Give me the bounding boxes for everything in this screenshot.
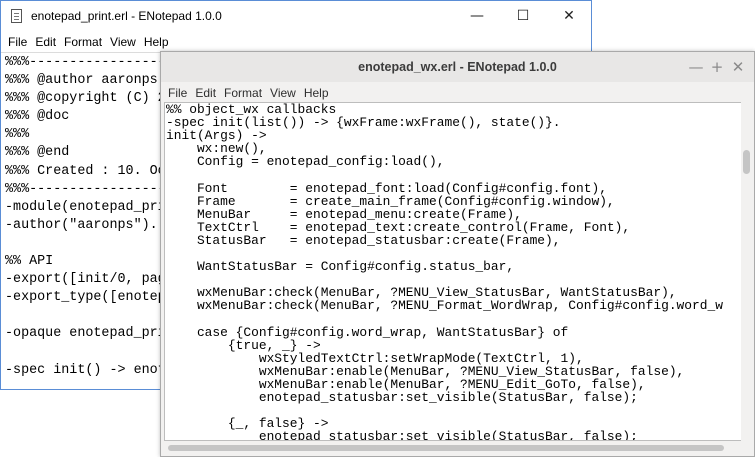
code-line: {true, _} -> (166, 337, 321, 353)
menu-view[interactable]: View (266, 83, 300, 103)
menu-view[interactable]: View (106, 32, 140, 53)
code-line: Frame = create_main_frame(Config#config.… (166, 193, 615, 209)
horizontal-scroll-thumb[interactable] (168, 445, 724, 451)
menu-edit[interactable]: Edit (191, 83, 220, 103)
code-line: enotepad_statusbar:set_visible(StatusBar… (166, 390, 638, 406)
code-line: wxStyledTextCtrl:setWrapMode(TextCtrl, 1… (166, 350, 584, 366)
back-window-title: enotepad_print.erl - ENotepad 1.0.0 (31, 9, 222, 23)
menu-help[interactable]: Help (300, 83, 333, 103)
close-button[interactable]: ✕ (727, 56, 749, 78)
menu-format[interactable]: Format (220, 83, 266, 103)
horizontal-scrollbar[interactable] (164, 441, 742, 455)
menu-help[interactable]: Help (140, 32, 173, 53)
front-window-titlebar[interactable]: enotepad_wx.erl - ENotepad 1.0.0 — + ✕ (161, 52, 754, 83)
code-line: case {Config#config.word_wrap, WantStatu… (166, 324, 569, 340)
code-line: MenuBar = enotepad_menu:create(Frame), (166, 206, 522, 222)
code-line: Config = enotepad_config:load(), (166, 154, 445, 170)
front-window[interactable]: enotepad_wx.erl - ENotepad 1.0.0 — + ✕ F… (160, 51, 755, 457)
front-window-title: enotepad_wx.erl - ENotepad 1.0.0 (358, 60, 557, 74)
back-window-titlebar[interactable]: enotepad_print.erl - ENotepad 1.0.0 — ☐ … (1, 1, 591, 31)
minimize-button[interactable]: — (685, 56, 707, 78)
maximize-button[interactable]: + (706, 56, 728, 78)
front-window-menubar: File Edit Format View Help (161, 82, 754, 102)
code-line: wxMenuBar:check(MenuBar, ?MENU_Format_Wo… (166, 298, 723, 314)
code-line: StatusBar = enotepad_statusbar:create(Fr… (166, 232, 561, 248)
menu-file[interactable]: File (164, 83, 191, 103)
close-button[interactable]: ✕ (546, 1, 592, 31)
vertical-scrollbar[interactable] (741, 102, 752, 441)
menu-file[interactable]: File (4, 32, 31, 53)
notepad-app-icon (11, 9, 22, 23)
maximize-button[interactable]: ☐ (500, 1, 546, 31)
front-window-text-area[interactable]: %% object_wx callbacks -spec init(list())… (164, 102, 742, 441)
code-content: %% object_wx callbacks -spec init(list())… (166, 103, 723, 441)
code-line: wxMenuBar:enable(MenuBar, ?MENU_View_Sta… (166, 363, 685, 379)
code-line: WantStatusBar = Config#config.status_bar… (166, 259, 515, 275)
code-line: enotepad_statusbar:set_visible(StatusBar… (166, 429, 638, 441)
code-line: Font = enotepad_font:load(Config#config.… (166, 180, 607, 196)
code-line: TextCtrl = enotepad_text:create_control(… (166, 219, 631, 235)
back-window-menubar: File Edit Format View Help (1, 31, 591, 53)
menu-format[interactable]: Format (60, 32, 106, 53)
minimize-button[interactable]: — (454, 1, 500, 31)
vertical-scroll-thumb[interactable] (743, 150, 750, 174)
menu-edit[interactable]: Edit (31, 32, 60, 53)
